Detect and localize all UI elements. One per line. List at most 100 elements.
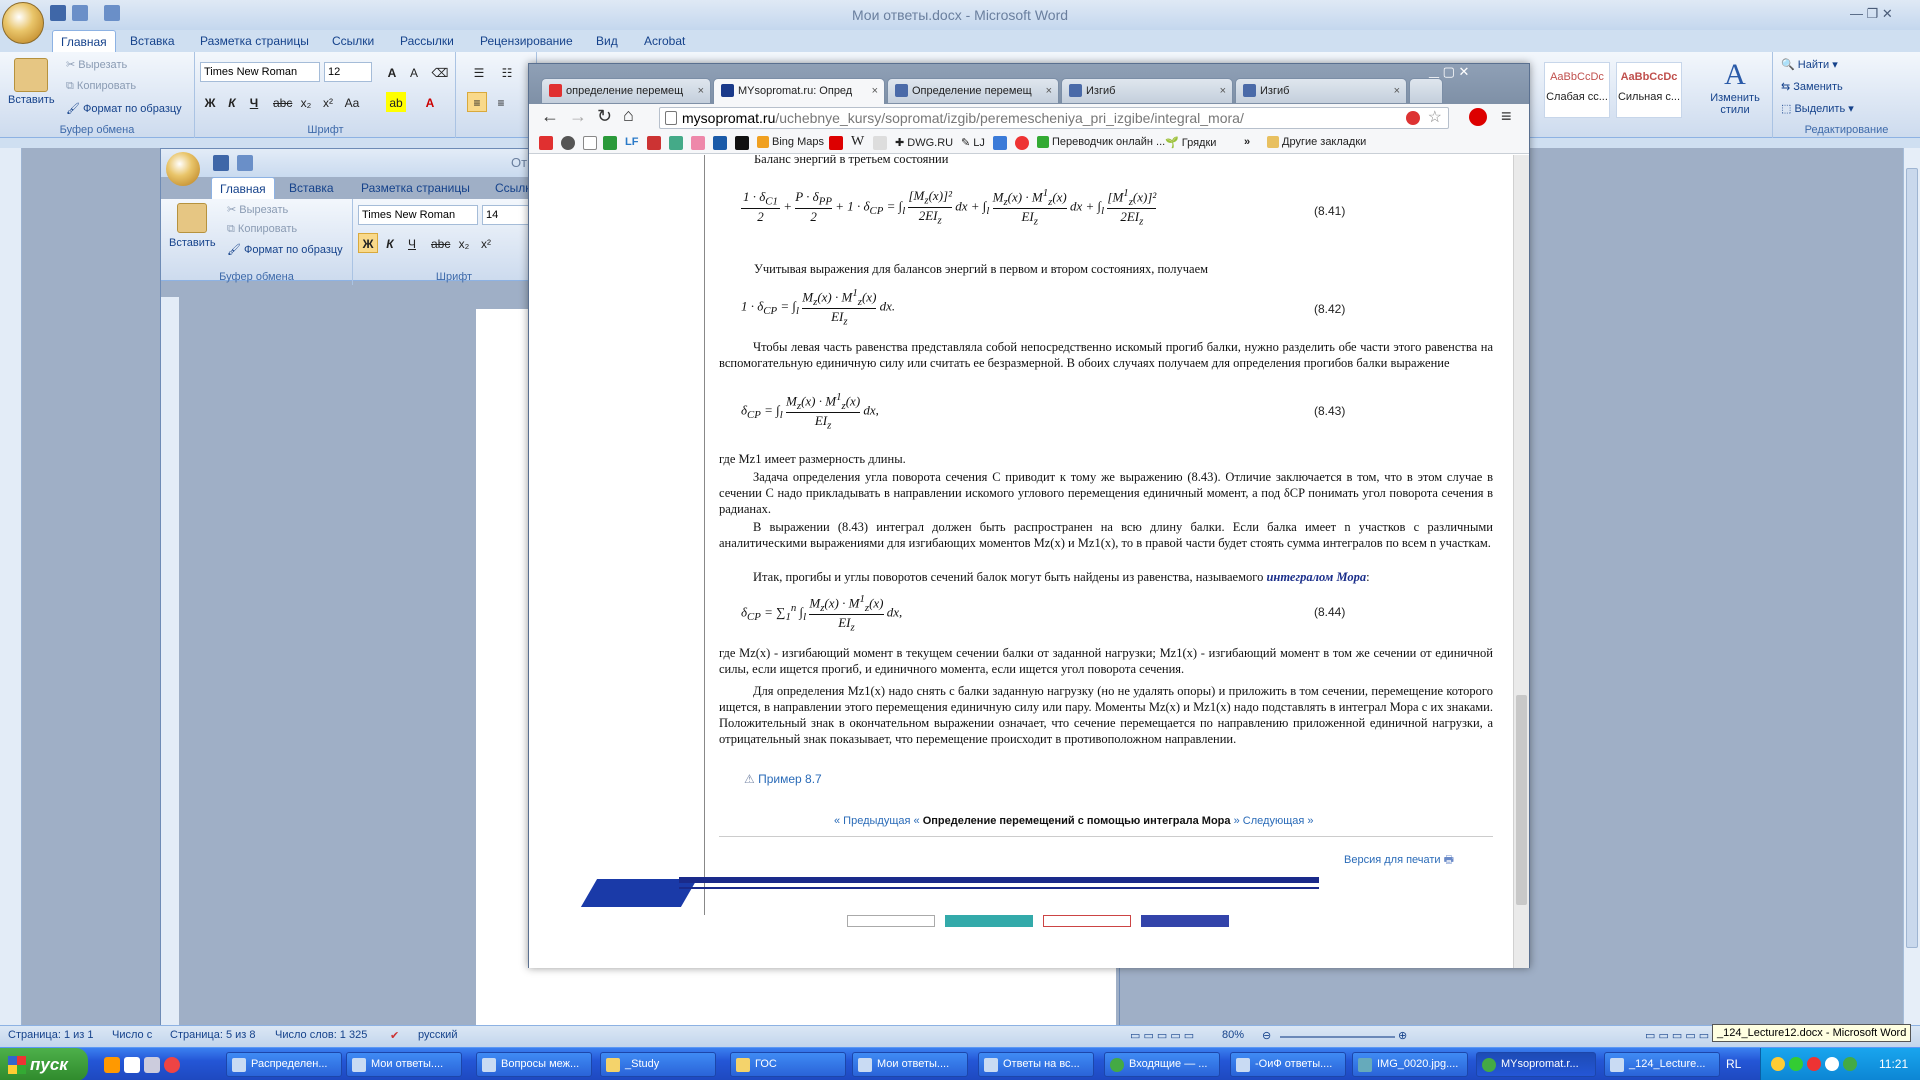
taskbar-item[interactable]: Распределен... (226, 1052, 342, 1077)
prev-link[interactable]: « Предыдущая (834, 815, 910, 827)
browser-tab[interactable]: Изгиб × (1061, 78, 1233, 103)
scroll-thumb[interactable] (1906, 168, 1918, 948)
status-page-2[interactable]: Страница: 5 из 8 (170, 1029, 256, 1041)
tray-icon[interactable] (1807, 1057, 1821, 1071)
align-center-icon[interactable]: ≡ (491, 92, 511, 112)
find-button[interactable]: 🔍 Найти ▾ (1781, 58, 1838, 71)
undo-icon[interactable] (72, 5, 88, 21)
zoom-slider[interactable] (1280, 1036, 1395, 1038)
bold-icon[interactable]: Ж (358, 233, 378, 253)
bookmark-gryadki[interactable]: 🌱 Грядки (1165, 136, 1216, 149)
address-bar[interactable]: mysopromat.ru/uchebnye_kursy/sopromat/iz… (659, 107, 1449, 129)
font-color-icon[interactable]: A (420, 92, 440, 112)
tab-home[interactable]: Главная (211, 177, 275, 199)
clock[interactable]: 11:21 (1879, 1057, 1908, 1071)
paste-icon[interactable] (177, 203, 207, 233)
youtube-icon[interactable] (829, 136, 843, 150)
tab-insert[interactable]: Вставка (281, 177, 342, 199)
tab-insert[interactable]: Вставка (122, 30, 183, 52)
spellcheck-icon[interactable]: ✔ (390, 1029, 399, 1042)
tab-acrobat[interactable]: Acrobat (636, 30, 693, 52)
taskbar-item[interactable]: Мои ответы.... (346, 1052, 462, 1077)
replace-button[interactable]: ⇆ Заменить (1781, 80, 1843, 93)
bookmark-icon[interactable] (691, 136, 705, 150)
taskbar-item[interactable]: _Study (600, 1052, 716, 1077)
save-icon[interactable] (213, 155, 229, 171)
bookmark-icon[interactable] (603, 136, 617, 150)
bold-icon[interactable]: Ж (200, 92, 220, 112)
bookmark-lj[interactable]: ✎ LJ (961, 136, 985, 149)
abp-icon[interactable] (1406, 111, 1420, 125)
save-icon[interactable] (50, 5, 66, 21)
strikethrough-icon[interactable]: abc (430, 233, 450, 253)
bookmark-icon[interactable] (873, 136, 887, 150)
highlight-icon[interactable]: ab (386, 92, 406, 112)
mohr-integral-link[interactable]: интегралом Мора (1266, 570, 1366, 584)
font-name-combo[interactable]: Times New Roman (200, 62, 320, 82)
cut-button[interactable]: ✂ Вырезать (66, 58, 127, 71)
counter-badge[interactable] (1141, 915, 1229, 927)
change-case-icon[interactable]: Aa (342, 92, 362, 112)
bookmark-wikipedia[interactable]: W (851, 134, 864, 150)
change-styles-button[interactable]: A Изменить стили (1700, 58, 1770, 116)
zoom-in-icon[interactable]: ⊕ (1398, 1029, 1407, 1042)
office-button[interactable] (2, 2, 44, 44)
font-size-combo[interactable]: 12 (324, 62, 372, 82)
taskbar-item-active[interactable]: MYsopromat.r... (1476, 1052, 1596, 1077)
close-tab-icon[interactable]: × (1046, 79, 1052, 103)
new-tab-button[interactable] (1409, 78, 1443, 103)
bookmark-icon[interactable] (647, 136, 661, 150)
bookmarks-overflow-icon[interactable]: » (1244, 136, 1250, 148)
bookmark-bing[interactable]: Bing Maps (757, 136, 824, 149)
yandex-bookmark-icon[interactable] (539, 136, 553, 150)
paste-button[interactable]: Вставить (169, 237, 216, 249)
view-buttons-2[interactable]: ▭ ▭ ▭ ▭ ▭ (1645, 1029, 1709, 1042)
cut-button[interactable]: ✂ Вырезать (227, 203, 288, 216)
format-painter-button[interactable]: 🖌 Формат по образцу (227, 243, 343, 256)
close-tab-icon[interactable]: × (1220, 79, 1226, 103)
font-name-combo[interactable]: Times New Roman (358, 205, 478, 225)
status-page[interactable]: Страница: 1 из 1 (8, 1029, 94, 1041)
other-bookmarks[interactable]: Другие закладки (1267, 136, 1366, 149)
paste-icon[interactable] (14, 58, 48, 92)
align-left-icon[interactable]: ≡ (467, 92, 487, 112)
next-link[interactable]: Следующая » (1243, 815, 1314, 827)
bookmark-icon[interactable] (1015, 136, 1029, 150)
tab-mailings[interactable]: Рассылки (392, 30, 462, 52)
bullets-icon[interactable]: ☰ (469, 62, 489, 82)
tray-icon[interactable] (1789, 1057, 1803, 1071)
reload-icon[interactable]: ↻ (597, 106, 612, 127)
close-tab-icon[interactable]: × (1394, 79, 1400, 103)
vertical-scrollbar[interactable] (1903, 148, 1920, 1025)
bookmark-dwg[interactable]: ✚ DWG.RU (895, 136, 953, 149)
menu-icon[interactable]: ≡ (1501, 106, 1512, 127)
strikethrough-icon[interactable]: abc (272, 92, 292, 112)
tab-home[interactable]: Главная (52, 30, 116, 52)
bookmark-lf[interactable]: LF (625, 136, 638, 148)
quicklaunch-icon[interactable] (124, 1057, 140, 1073)
bookmark-icon[interactable] (735, 136, 749, 150)
subscript-icon[interactable]: x₂ (454, 233, 474, 253)
view-buttons[interactable]: ▭ ▭ ▭ ▭ ▭ (1130, 1029, 1194, 1042)
print-version-link[interactable]: Версия для печати 🖶 (1344, 851, 1454, 870)
tab-page-layout[interactable]: Разметка страницы (192, 30, 317, 52)
style-subtle-emphasis[interactable]: AaBbCcDc Слабая сс... (1544, 62, 1610, 118)
select-button[interactable]: ⬚ Выделить ▾ (1781, 102, 1854, 115)
format-painter-button[interactable]: 🖌 Формат по образцу (66, 102, 182, 115)
start-button[interactable]: пуск (0, 1048, 88, 1080)
counter-badge[interactable] (1043, 915, 1131, 927)
copy-button[interactable]: ⧉ Копировать (227, 223, 297, 236)
scroll-thumb[interactable] (1516, 695, 1527, 905)
counter-badge[interactable] (847, 915, 935, 927)
adblock-icon[interactable] (1469, 108, 1487, 126)
page-bookmark-icon[interactable] (583, 136, 597, 150)
page-info-icon[interactable] (665, 111, 677, 125)
style-intense-emphasis[interactable]: AaBbCcDc Сильная с... (1616, 62, 1682, 118)
superscript-icon[interactable]: x² (318, 92, 338, 112)
quicklaunch-icon[interactable] (144, 1057, 160, 1073)
underline-icon[interactable]: Ч (244, 92, 264, 112)
home-icon[interactable]: ⌂ (623, 105, 634, 126)
taskbar-item[interactable]: _124_Lecture... (1604, 1052, 1720, 1077)
italic-icon[interactable]: К (380, 233, 400, 253)
browser-tab[interactable]: Изгиб × (1235, 78, 1407, 103)
